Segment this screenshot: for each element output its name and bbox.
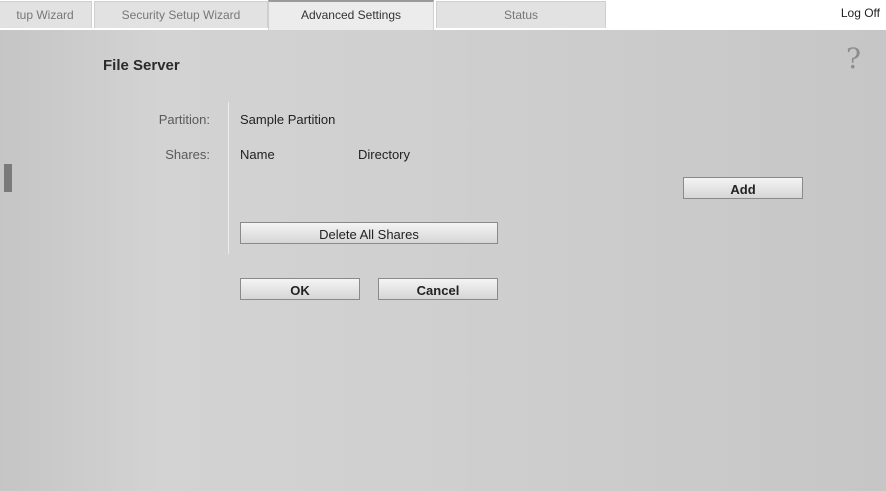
shares-label: Shares: xyxy=(165,147,210,162)
sidebar-drag-handle[interactable] xyxy=(4,164,12,192)
tab-security-setup-wizard[interactable]: Security Setup Wizard xyxy=(94,1,268,28)
partition-label: Partition: xyxy=(158,112,210,127)
delete-all-shares-button[interactable]: Delete All Shares xyxy=(240,222,498,244)
tab-setup-wizard[interactable]: tup Wizard xyxy=(0,1,92,28)
main-panel xyxy=(0,30,886,491)
add-button[interactable]: Add xyxy=(683,177,803,199)
ok-button[interactable]: OK xyxy=(240,278,360,300)
form-divider xyxy=(228,102,229,254)
page-title: File Server xyxy=(103,57,180,74)
log-off-link[interactable]: Log Off xyxy=(841,6,880,20)
shares-column-directory: Directory xyxy=(358,147,411,162)
cancel-button[interactable]: Cancel xyxy=(378,278,498,300)
shares-column-name: Name xyxy=(240,147,275,162)
help-icon[interactable]: ? xyxy=(846,42,861,75)
tab-status[interactable]: Status xyxy=(436,1,606,28)
tab-bar: tup Wizard Security Setup Wizard Advance… xyxy=(0,0,886,30)
partition-value: Sample Partition xyxy=(240,112,336,127)
tab-advanced-settings[interactable]: Advanced Settings xyxy=(268,0,434,30)
